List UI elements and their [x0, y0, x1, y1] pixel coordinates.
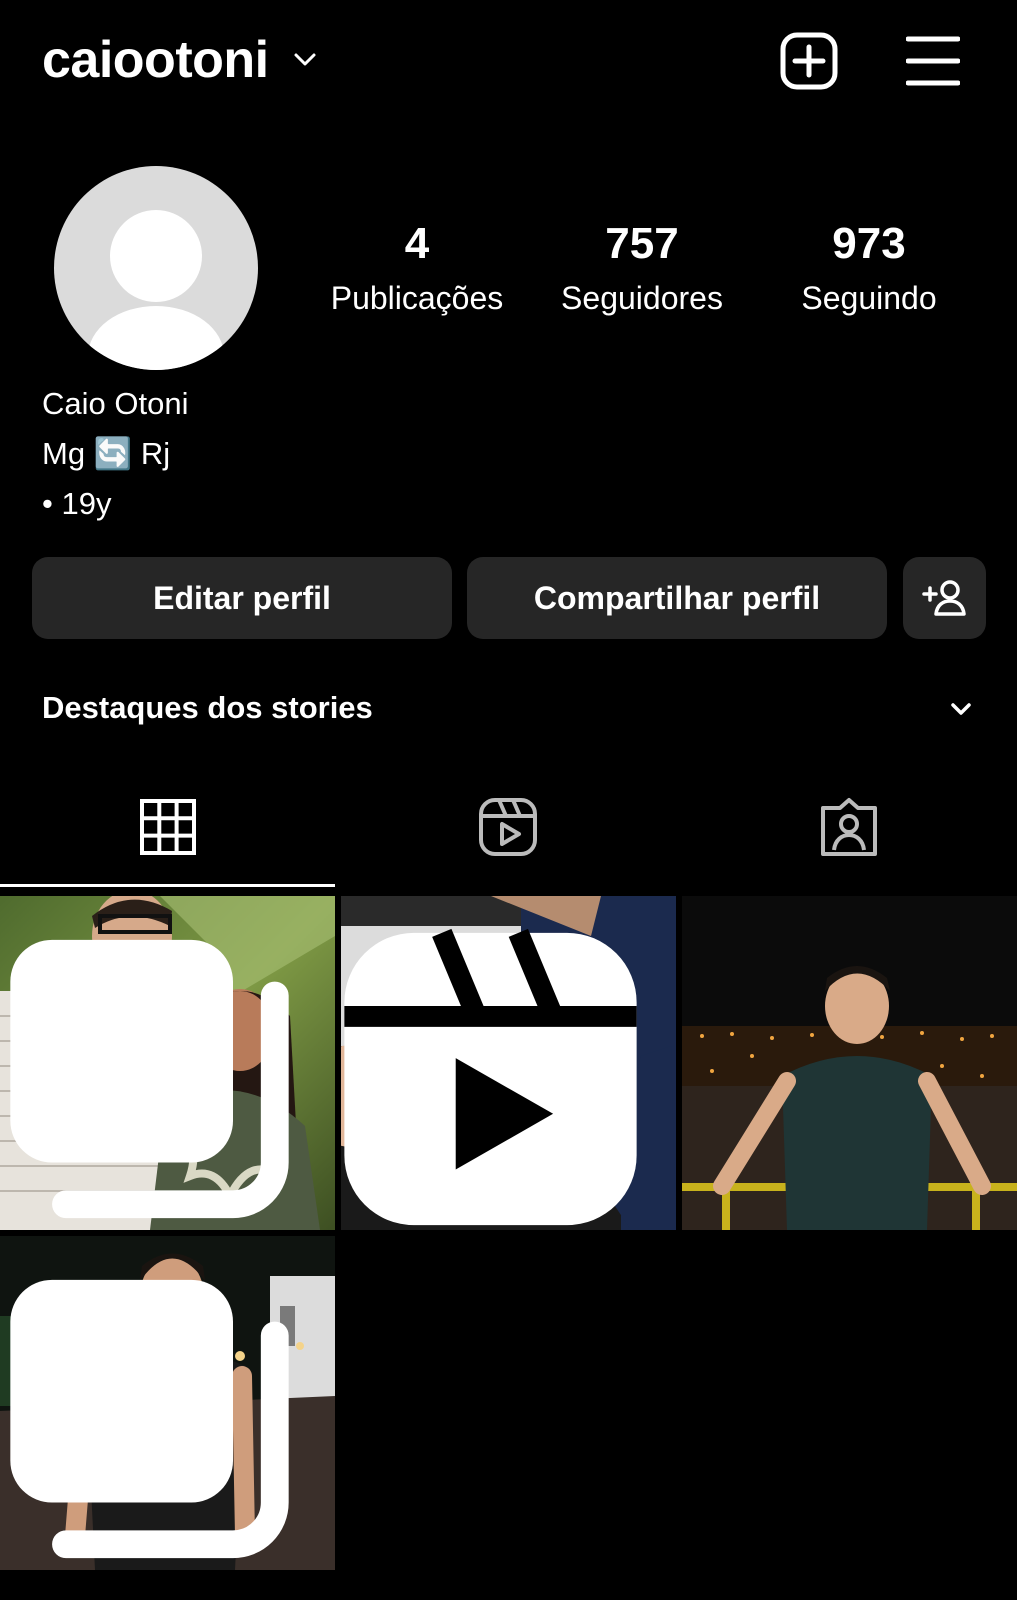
stat-posts-label: Publicações: [330, 280, 504, 316]
new-post-icon[interactable]: [780, 32, 838, 90]
bio-line: Mg 🔄 Rj: [42, 436, 171, 471]
edit-profile-button[interactable]: Editar perfil: [32, 557, 452, 639]
post-image: [682, 896, 1017, 1230]
post-thumbnail[interactable]: [0, 1236, 335, 1570]
menu-icon[interactable]: [906, 34, 960, 88]
stat-followers-count: 757: [605, 219, 679, 268]
stat-following[interactable]: 973 Seguindo: [764, 218, 974, 320]
stat-following-count: 973: [832, 219, 906, 268]
carousel-icon: [10, 1279, 289, 1559]
share-profile-button[interactable]: Compartilhar perfil: [467, 557, 887, 639]
post-thumbnail[interactable]: [341, 896, 676, 1230]
carousel-icon: [10, 939, 289, 1219]
profile-username[interactable]: caiootoni: [42, 30, 269, 90]
post-thumbnail[interactable]: [0, 896, 335, 1230]
post-thumbnail[interactable]: [682, 896, 1017, 1230]
stat-followers[interactable]: 757 Seguidores: [537, 218, 747, 320]
tagged-icon[interactable]: [818, 796, 880, 858]
chevron-down-icon[interactable]: [946, 694, 976, 724]
discover-people-button[interactable]: [903, 557, 986, 639]
active-tab-indicator: [0, 884, 335, 887]
stat-followers-label: Seguidores: [561, 280, 723, 316]
stat-posts[interactable]: 4 Publicações: [312, 218, 522, 320]
add-person-icon: [921, 580, 966, 616]
story-highlights-label[interactable]: Destaques dos stories: [42, 688, 373, 728]
avatar[interactable]: [54, 166, 258, 370]
grid-icon[interactable]: [137, 796, 199, 858]
stat-following-label: Seguindo: [801, 280, 937, 316]
chevron-down-icon[interactable]: [290, 44, 320, 74]
bio-line: • 19y: [42, 486, 112, 521]
reel-badge-icon: [344, 928, 637, 1226]
stat-posts-count: 4: [404, 219, 430, 268]
default-avatar-icon: [88, 210, 224, 370]
reels-icon[interactable]: [477, 796, 539, 858]
profile-display-name: Caio Otoni: [42, 386, 189, 421]
